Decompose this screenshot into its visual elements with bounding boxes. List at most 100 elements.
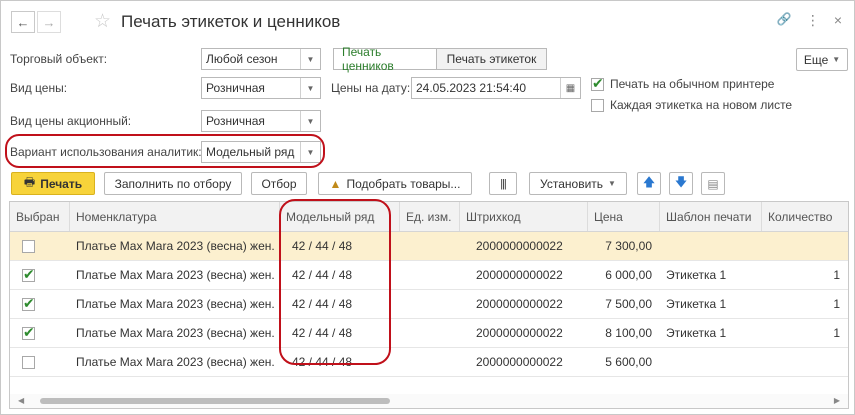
cell-unit [400, 290, 460, 318]
cell-nomenclature: Платье Max Mara 2023 (весна) жен. [76, 239, 275, 253]
set-label: Установить [540, 176, 604, 191]
cell-template [660, 232, 762, 260]
items-table: Выбран Номенклатура Модельный ряд Ед. из… [9, 201, 849, 409]
print-normal-printer-checkbox[interactable] [591, 75, 604, 92]
arrow-down-icon: 🡇 [674, 175, 688, 189]
move-down-button[interactable]: 🡇 [669, 172, 693, 195]
table-row[interactable]: Платье Max Mara 2023 (весна) жен. 42 / 4… [10, 319, 848, 348]
pick-goods-button[interactable]: ▲ Подобрать товары... [318, 172, 472, 195]
price-type-value: Розничная [206, 81, 265, 95]
scroll-left-icon[interactable]: ◀ [18, 396, 24, 405]
cell-model-range: 42 / 44 / 48 [292, 268, 353, 282]
column-header-selected[interactable]: Выбран [10, 202, 70, 231]
cell-nomenclature: Платье Max Mara 2023 (весна) жен. [76, 297, 275, 311]
cell-nomenclature: Платье Max Mara 2023 (весна) жен. [76, 268, 275, 282]
table-row[interactable]: Платье Max Mara 2023 (весна) жен. 42 / 4… [10, 232, 848, 261]
analytics-variant-label: Вариант использования аналитик: [10, 145, 202, 159]
cell-template [660, 348, 762, 376]
row-select-checkbox[interactable] [22, 355, 35, 369]
cell-barcode: 2000000000022 [476, 239, 563, 253]
each-label-new-sheet-label: Каждая этикетка на новом листе [610, 98, 793, 112]
more-button[interactable]: Еще ▼ [796, 48, 848, 71]
cell-template: Этикетка 1 [666, 268, 727, 282]
table-row[interactable]: Платье Max Mara 2023 (весна) жен. 42 / 4… [10, 348, 848, 377]
cell-barcode: 2000000000022 [476, 297, 563, 311]
calendar-icon[interactable]: ▦ [560, 78, 580, 98]
move-up-button[interactable]: 🡅 [637, 172, 661, 195]
print-normal-printer-option[interactable]: Печать на обычном принтере [591, 75, 775, 92]
prices-date-value: 24.05.2023 21:54:40 [416, 81, 527, 95]
column-header-price[interactable]: Цена [588, 202, 660, 231]
promo-price-field[interactable]: Розничная ▼ [201, 110, 321, 132]
set-dropdown-button[interactable]: Установить ▼ [529, 172, 627, 195]
cell-unit [400, 232, 460, 260]
favorite-star-icon[interactable]: ☆ [94, 10, 111, 33]
filter-button[interactable]: Отбор [251, 172, 307, 195]
scroll-right-icon[interactable]: ▶ [834, 396, 840, 405]
row-select-checkbox[interactable] [22, 295, 35, 312]
cell-unit [400, 348, 460, 376]
link-icon[interactable]: 🔗 [777, 12, 792, 29]
horizontal-scrollbar[interactable]: ◀ ▶ [10, 394, 848, 408]
cell-template: Этикетка 1 [666, 326, 727, 340]
column-header-quantity[interactable]: Количество [762, 202, 848, 231]
column-header-unit[interactable]: Ед. изм. [400, 202, 460, 231]
chevron-down-icon: ▼ [608, 179, 616, 188]
cell-quantity [762, 348, 848, 376]
cell-template: Этикетка 1 [666, 297, 727, 311]
promo-price-value: Розничная [206, 114, 265, 128]
print-labels-toggle[interactable]: Печать этикеток [437, 48, 547, 70]
chevron-down-icon[interactable]: ▼ [300, 78, 320, 98]
each-label-new-sheet-checkbox[interactable] [591, 98, 604, 112]
row-select-checkbox[interactable] [22, 324, 35, 341]
forward-button[interactable]: → [37, 11, 61, 33]
row-select-checkbox[interactable] [22, 239, 35, 253]
barcode-scan-button[interactable]: ||| [489, 172, 517, 195]
fill-by-filter-button[interactable]: Заполнить по отбору [104, 172, 242, 195]
each-label-new-sheet-option[interactable]: Каждая этикетка на новом листе [591, 98, 792, 112]
row-select-checkbox[interactable] [22, 266, 35, 283]
window-controls: 🔗 ⋮ × [777, 12, 842, 29]
cell-barcode: 2000000000022 [476, 326, 563, 340]
prices-date-label: Цены на дату: [331, 81, 411, 95]
prices-date-field[interactable]: 24.05.2023 21:54:40 ▦ [411, 77, 581, 99]
form-settings-button[interactable]: ▤ [701, 172, 725, 195]
chevron-down-icon[interactable]: ▼ [300, 142, 320, 162]
close-icon[interactable]: × [834, 12, 842, 29]
cell-model-range: 42 / 44 / 48 [292, 297, 353, 311]
cell-price: 7 300,00 [605, 239, 652, 253]
column-header-barcode[interactable]: Штрихкод [460, 202, 588, 231]
back-button[interactable]: ← [11, 11, 35, 33]
print-prices-toggle[interactable]: Печать ценников [333, 45, 437, 73]
pick-goods-label: Подобрать товары... [346, 176, 461, 191]
table-row[interactable]: Платье Max Mara 2023 (весна) жен. 42 / 4… [10, 290, 848, 319]
more-vertical-icon[interactable]: ⋮ [806, 12, 820, 29]
chevron-down-icon[interactable]: ▼ [300, 49, 320, 69]
more-label: Еще [803, 52, 829, 67]
analytics-variant-value: Модельный ряд [206, 145, 295, 159]
table-row[interactable]: Платье Max Mara 2023 (весна) жен. 42 / 4… [10, 261, 848, 290]
print-button[interactable]: 🖶 Печать [11, 172, 95, 195]
form-settings-icon: ▤ [707, 176, 719, 191]
cell-unit [400, 261, 460, 289]
price-type-field[interactable]: Розничная ▼ [201, 77, 321, 99]
page-title: Печать этикеток и ценников [121, 12, 341, 31]
cell-nomenclature: Платье Max Mara 2023 (весна) жен. [76, 326, 275, 340]
arrow-left-icon: ← [16, 14, 30, 30]
cell-unit [400, 319, 460, 347]
scrollbar-thumb[interactable] [40, 398, 390, 404]
column-header-model-range[interactable]: Модельный ряд [280, 202, 400, 231]
column-header-template[interactable]: Шаблон печати [660, 202, 762, 231]
print-normal-printer-label: Печать на обычном принтере [610, 77, 775, 91]
analytics-variant-field[interactable]: Модельный ряд ▼ [201, 141, 321, 163]
column-header-nomenclature[interactable]: Номенклатура [70, 202, 280, 231]
cell-price: 6 000,00 [605, 268, 652, 282]
price-type-label: Вид цены: [10, 81, 68, 95]
cell-nomenclature: Платье Max Mara 2023 (весна) жен. [76, 355, 275, 369]
print-labels-window: ← → ☆ Печать этикеток и ценников 🔗 ⋮ × Т… [0, 0, 855, 415]
chevron-down-icon: ▼ [832, 55, 841, 64]
arrow-right-icon: → [42, 14, 56, 30]
trade-object-field[interactable]: Любой сезон ▼ [201, 48, 321, 70]
chevron-down-icon[interactable]: ▼ [300, 111, 320, 131]
cell-quantity [762, 232, 848, 260]
